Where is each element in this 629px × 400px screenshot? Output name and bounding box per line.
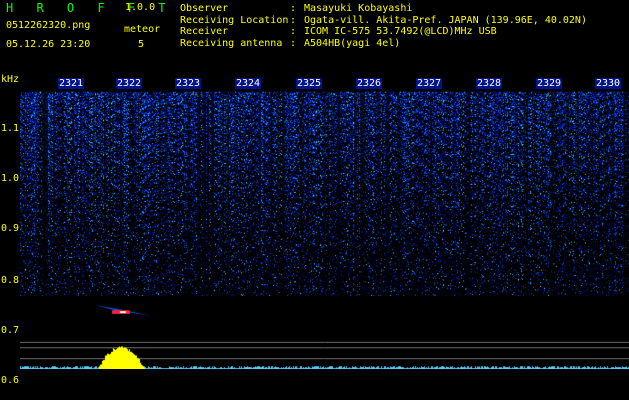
- info-sep: :: [290, 26, 297, 37]
- spectrogram-canvas: [20, 79, 629, 369]
- x-axis: 2321 2322 2323 2324 2325 2326 2327 2328 …: [20, 78, 629, 92]
- x-tick: 2322: [116, 78, 143, 89]
- info-key: Receiving Location: [180, 14, 289, 26]
- info-row-receiver: Receiver : ICOM IC-575 53.7492(@LCD)MHz …: [180, 26, 587, 38]
- mode-label: meteor: [124, 24, 161, 35]
- y-tick: 0.9: [1, 223, 20, 234]
- y-tick: 1.1: [1, 123, 20, 134]
- info-key: Receiving antenna: [180, 37, 283, 49]
- capture-filename: 0512262320.png: [6, 20, 91, 31]
- capture-datetime: 05.12.26 23:20: [6, 39, 91, 50]
- x-tick: 2328: [476, 78, 503, 89]
- spectrogram: [0, 79, 629, 400]
- info-value: Masayuki Kobayashi: [304, 3, 413, 14]
- info-row-antenna: Receiving antenna : A504HB(yagi 4el): [180, 38, 587, 50]
- x-tick: 2327: [416, 78, 443, 89]
- info-key: Observer: [180, 3, 229, 14]
- x-tick: 2323: [175, 78, 202, 89]
- y-tick: 0.7: [1, 325, 20, 336]
- x-tick: 2330: [595, 78, 622, 89]
- info-sep: :: [290, 3, 297, 14]
- info-value: Ogata-vill. Akita-Pref. JAPAN (139.96E, …: [304, 14, 587, 26]
- x-tick: 2326: [356, 78, 383, 89]
- y-axis: kHz 1.1 1.0 0.9 0.8 0.7 0.6: [0, 74, 20, 400]
- y-tick: 0.8: [1, 275, 20, 286]
- x-tick: 2325: [296, 78, 323, 89]
- info-value: ICOM IC-575 53.7492(@LCD)MHz USB: [304, 26, 497, 37]
- info-sep: :: [290, 37, 297, 49]
- info-row-observer: Observer : Masayuki Kobayashi: [180, 3, 587, 15]
- y-axis-unit: kHz: [1, 74, 20, 85]
- x-tick: 2324: [235, 78, 262, 89]
- y-tick: 1.0: [1, 173, 20, 184]
- x-tick: 2321: [58, 78, 85, 89]
- info-key: Receiver: [180, 26, 229, 37]
- app-version: 1.0.0: [125, 2, 156, 13]
- info-value: A504HB(yagi 4el): [304, 37, 401, 49]
- meteor-count: 5: [138, 39, 145, 50]
- x-tick: 2329: [536, 78, 563, 89]
- info-row-location: Receiving Location : Ogata-vill. Akita-P…: [180, 15, 587, 27]
- station-info: Observer : Masayuki Kobayashi Receiving …: [180, 3, 587, 49]
- info-sep: :: [290, 14, 297, 26]
- y-tick: 0.6: [1, 375, 20, 386]
